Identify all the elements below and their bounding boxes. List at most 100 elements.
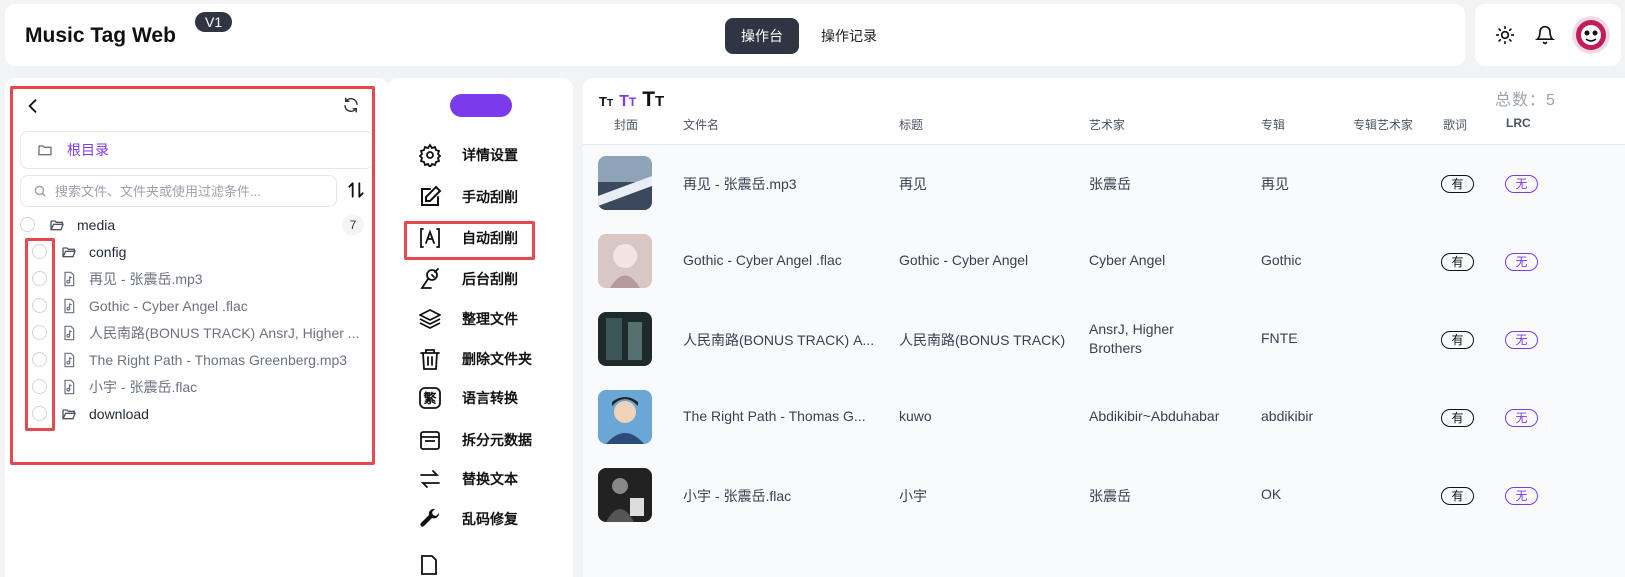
- table-row[interactable]: Gothic - Cyber Angel .flac Gothic - Cybe…: [583, 223, 1625, 301]
- row-checkbox[interactable]: [20, 217, 35, 232]
- column-header-title[interactable]: 标题: [899, 116, 923, 133]
- cell-artist: 张震岳: [1089, 176, 1131, 192]
- trash-icon: [420, 349, 440, 370]
- edit-icon: [421, 185, 442, 206]
- column-header-album-artist[interactable]: 专辑艺术家: [1353, 116, 1413, 133]
- font-size-small-button[interactable]: TT: [599, 94, 613, 109]
- toolbar-item-detail-settings[interactable]: 详情设置: [418, 140, 518, 170]
- toolbar-item-label: 删除文件夹: [462, 351, 532, 367]
- row-checkbox[interactable]: [32, 379, 47, 394]
- root-directory-button[interactable]: 根目录: [20, 131, 374, 169]
- tab-console[interactable]: 操作台: [725, 18, 799, 54]
- cell-filename: 小宇 - 张震岳.flac: [683, 488, 792, 504]
- back-arrow-icon[interactable]: [23, 96, 43, 116]
- font-size-switcher: TT TT TT: [599, 88, 664, 112]
- tree-row-media[interactable]: media 7: [20, 211, 364, 238]
- search-icon: [34, 185, 46, 197]
- row-checkbox[interactable]: [32, 352, 47, 367]
- cell-title: 小宇: [899, 488, 927, 504]
- cell-title: Gothic - Cyber Angel: [899, 252, 1029, 268]
- toolbar-item-manual-scrape[interactable]: 手动刮削: [418, 182, 518, 212]
- root-directory-label: 根目录: [67, 142, 109, 158]
- album-cover[interactable]: [598, 468, 652, 522]
- tab-records[interactable]: 操作记录: [805, 18, 893, 54]
- cell-album: Gothic: [1261, 252, 1302, 268]
- cell-album: FNTE: [1261, 330, 1298, 346]
- album-cover[interactable]: [598, 312, 652, 366]
- column-header-lyrics[interactable]: 歌词: [1443, 116, 1467, 133]
- toolbar-item-background-scrape[interactable]: 后台刮削: [418, 264, 518, 294]
- column-header-cover[interactable]: 封面: [614, 116, 638, 133]
- bell-icon[interactable]: [1535, 25, 1555, 45]
- album-cover[interactable]: [598, 156, 652, 210]
- cell-album: 再见: [1261, 176, 1289, 192]
- lyrics-badge: 有: [1441, 253, 1474, 271]
- toolbar-item-organize-files[interactable]: 整理文件: [418, 304, 518, 334]
- cell-artist: Cyber Angel: [1089, 252, 1166, 268]
- search-input[interactable]: [55, 183, 315, 199]
- toolbar-item-label: 拆分元数据: [462, 432, 532, 448]
- version-badge: V1: [195, 12, 233, 32]
- action-toolbar: 详情设置 手动刮削 自动刮削 后台刮削 整理文件 删除文件夹 繁 语言转换 拆分…: [388, 78, 573, 577]
- tree-row-file[interactable]: The Right Path - Thomas Greenberg.mp3: [32, 346, 347, 373]
- lyrics-badge: 有: [1441, 175, 1474, 193]
- refresh-icon[interactable]: [342, 96, 360, 114]
- tree-row-file[interactable]: Gothic - Cyber Angel .flac: [32, 292, 248, 319]
- column-header-lrc[interactable]: LRC: [1506, 116, 1531, 130]
- tree-item-label: 人民南路(BONUS TRACK) AnsrJ, Higher ...: [89, 324, 360, 341]
- cell-artist: Abdikibir~Abduhabar: [1089, 408, 1220, 424]
- album-cover[interactable]: [598, 390, 652, 444]
- toolbar-item-label: 整理文件: [462, 311, 518, 327]
- tree-item-label: Gothic - Cyber Angel .flac: [89, 297, 248, 314]
- tree-row-file[interactable]: 人民南路(BONUS TRACK) AnsrJ, Higher ...: [32, 319, 359, 346]
- row-checkbox[interactable]: [32, 406, 47, 421]
- lrc-badge: 无: [1505, 487, 1538, 505]
- toolbar-item-auto-scrape[interactable]: 自动刮削: [418, 223, 518, 253]
- column-header-album[interactable]: 专辑: [1261, 116, 1285, 133]
- more-tool-icon[interactable]: [418, 552, 442, 576]
- table-row[interactable]: The Right Path - Thomas G... kuwo Abdiki…: [583, 379, 1625, 457]
- music-file-icon: [61, 325, 77, 341]
- top-header: Music Tag Web V1 操作台 操作记录: [5, 4, 1465, 66]
- header-actions: [1475, 4, 1621, 66]
- music-table-panel: TT TT TT 总数：5 封面 文件名 标题 艺术家 专辑 专辑艺术家 歌词 …: [583, 78, 1625, 577]
- lyrics-badge: 有: [1441, 409, 1474, 427]
- toolbar-accent-pill[interactable]: [450, 94, 512, 117]
- tree-row-file[interactable]: 再见 - 张震岳.mp3: [32, 265, 203, 292]
- toolbar-item-replace-text[interactable]: 替换文本: [418, 464, 518, 494]
- sort-icon[interactable]: [346, 180, 366, 200]
- row-checkbox[interactable]: [32, 298, 47, 313]
- lrc-badge: 无: [1505, 409, 1538, 427]
- toolbar-item-language-convert[interactable]: 繁 语言转换: [418, 383, 518, 413]
- music-file-icon: [61, 298, 77, 314]
- tree-item-label: download: [89, 405, 149, 422]
- column-header-artist[interactable]: 艺术家: [1089, 116, 1125, 133]
- row-checkbox[interactable]: [32, 244, 47, 259]
- album-cover[interactable]: [598, 234, 652, 288]
- tree-row-file[interactable]: 小宇 - 张震岳.flac: [32, 373, 197, 400]
- toolbar-item-fix-encoding[interactable]: 乱码修复: [418, 504, 518, 534]
- tree-item-label: config: [89, 243, 127, 260]
- table-row[interactable]: 人民南路(BONUS TRACK) A... 人民南路(BONUS TRACK)…: [583, 301, 1625, 379]
- user-avatar[interactable]: [1572, 16, 1610, 54]
- cell-title: 再见: [899, 176, 927, 192]
- sun-icon[interactable]: [1495, 25, 1515, 45]
- cell-filename: Gothic - Cyber Angel .flac: [683, 252, 842, 268]
- column-header-filename[interactable]: 文件名: [683, 116, 719, 133]
- file-search-box: [20, 175, 337, 207]
- toolbar-item-label: 替换文本: [462, 471, 518, 487]
- layers-icon: [419, 309, 441, 329]
- tree-item-label: media: [77, 216, 116, 233]
- row-checkbox[interactable]: [32, 271, 47, 286]
- font-size-medium-button[interactable]: TT: [619, 93, 636, 111]
- font-size-large-button[interactable]: TT: [642, 88, 664, 112]
- table-row[interactable]: 再见 - 张震岳.mp3 再见 张震岳 再见 有 无: [583, 145, 1625, 223]
- table-row[interactable]: 小宇 - 张震岳.flac 小宇 张震岳 OK 有 无: [583, 457, 1625, 535]
- tree-row-download[interactable]: download: [32, 400, 149, 427]
- tree-row-config[interactable]: config: [32, 238, 126, 265]
- toolbar-item-label: 手动刮削: [462, 189, 518, 205]
- toolbar-item-label: 自动刮削: [462, 230, 518, 246]
- toolbar-item-split-metadata[interactable]: 拆分元数据: [418, 425, 532, 455]
- row-checkbox[interactable]: [32, 325, 47, 340]
- toolbar-item-delete-folder[interactable]: 删除文件夹: [418, 344, 532, 374]
